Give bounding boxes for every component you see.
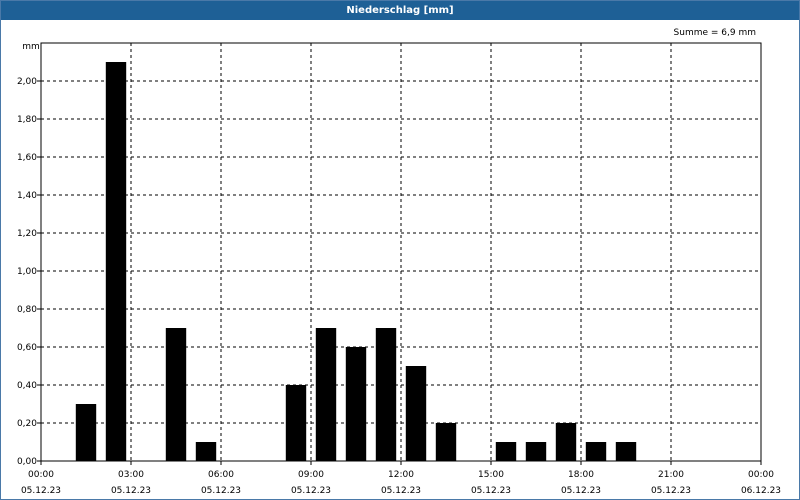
precipitation-bar — [585, 442, 607, 461]
precipitation-bar — [375, 328, 397, 461]
precipitation-bar — [105, 62, 127, 461]
precipitation-bar — [435, 423, 457, 461]
x-tick-time-label: 18:00 — [568, 470, 594, 480]
precipitation-bar — [285, 385, 307, 461]
y-tick-label: 0,00 — [17, 457, 37, 467]
x-tick-time-label: 09:00 — [298, 470, 324, 480]
x-tick-date-label: 05.12.23 — [651, 486, 691, 496]
precipitation-bar — [525, 442, 547, 461]
y-tick-label: 0,20 — [17, 419, 37, 429]
precipitation-chart: 0,00 0,20 0,40 0,60 0,80 1,00 1,20 1,40 1,60 1,80… — [17, 28, 781, 496]
bar-layer — [75, 62, 637, 461]
precipitation-bar — [75, 404, 97, 461]
x-tick-time-label: 12:00 — [388, 470, 414, 480]
x-tick-date-label: 05.12.23 — [381, 486, 421, 496]
y-axis-label: mm — [22, 42, 40, 52]
x-tick-time-label: 06:00 — [208, 470, 234, 480]
precipitation-bar — [405, 366, 427, 461]
x-tick-date-label: 05.12.23 — [111, 486, 151, 496]
x-tick-date-label: 05.12.23 — [471, 486, 511, 496]
x-tick-date-label: 05.12.23 — [291, 486, 331, 496]
y-tick-label: 1,40 — [17, 191, 37, 201]
y-tick-label: 1,00 — [17, 267, 37, 277]
y-tick-label: 0,60 — [17, 343, 37, 353]
chart-title: Niederschlag [mm] — [1, 1, 799, 20]
sum-annotation: Summe = 6,9 mm — [674, 28, 756, 38]
x-tick-time-label: 00:00 — [28, 470, 54, 480]
precipitation-bar — [345, 347, 367, 461]
x-tick-time-label: 15:00 — [478, 470, 504, 480]
precipitation-bar — [495, 442, 517, 461]
x-tick-date-label: 05.12.23 — [201, 486, 241, 496]
y-tick-label: 2,00 — [17, 77, 37, 87]
precipitation-bar — [165, 328, 187, 461]
x-tick-time-label: 21:00 — [658, 470, 684, 480]
y-tick-label: 1,60 — [17, 153, 37, 163]
y-tick-label: 0,40 — [17, 381, 37, 391]
precipitation-bar — [615, 442, 637, 461]
y-tick-label: 1,20 — [17, 229, 37, 239]
precipitation-bar — [555, 423, 577, 461]
grid-layer — [41, 43, 761, 461]
x-tick-date-label: 05.12.23 — [21, 486, 61, 496]
chart-window: Niederschlag [mm] 0,00 0,20 0,40 0,60 0,80 1,… — [0, 0, 800, 500]
x-tick-date-label: 06.12.23 — [741, 486, 781, 496]
x-tick-time-label: 00:00 — [748, 470, 774, 480]
axis-layer: 0,00 0,20 0,40 0,60 0,80 1,00 1,20 1,40 1,60 1,80… — [17, 42, 781, 496]
precipitation-bar — [315, 328, 337, 461]
x-tick-date-label: 05.12.23 — [561, 486, 601, 496]
x-tick-time-label: 03:00 — [118, 470, 144, 480]
y-tick-label: 0,80 — [17, 305, 37, 315]
y-tick-label: 1,80 — [17, 115, 37, 125]
precipitation-bar — [195, 442, 217, 461]
